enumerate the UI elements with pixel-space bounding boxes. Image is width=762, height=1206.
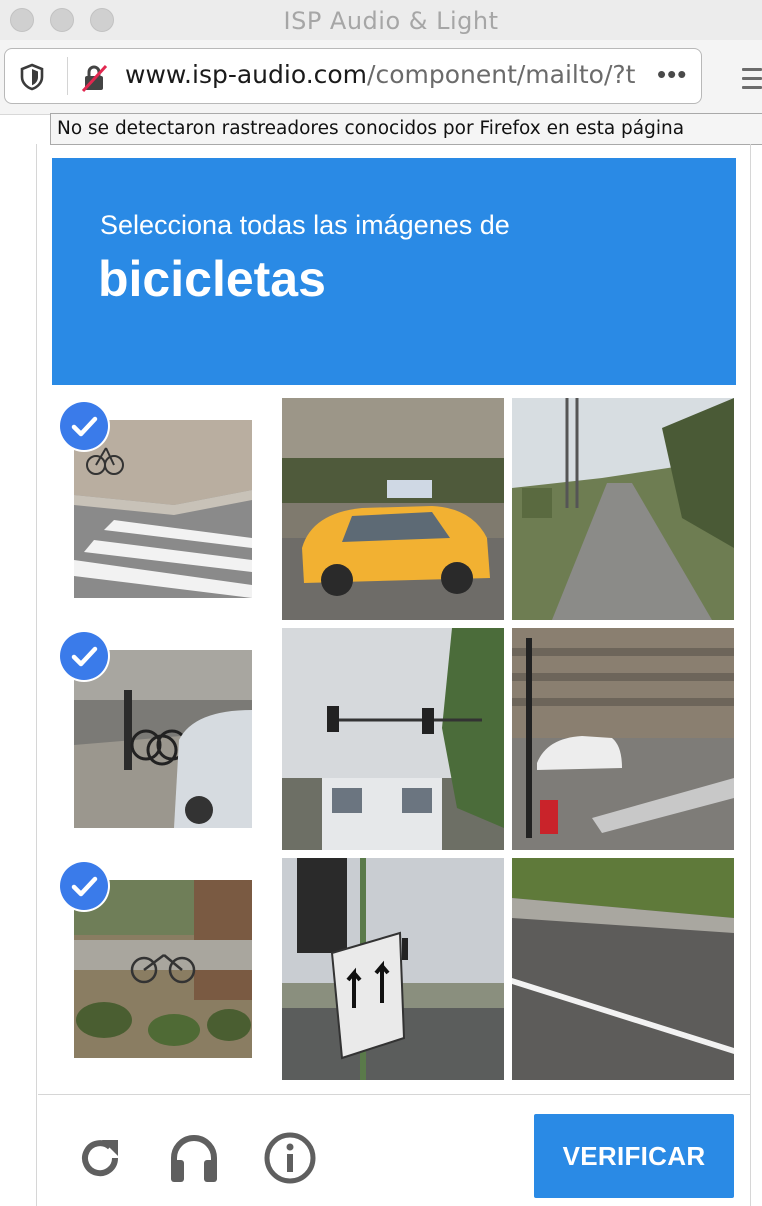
- url-text[interactable]: www.isp-audio.com/component/mailto/?t: [125, 60, 655, 89]
- page-actions-more-icon[interactable]: •••: [657, 59, 687, 90]
- tracking-protection-shield-icon[interactable]: [19, 63, 45, 91]
- url-divider: [67, 57, 68, 95]
- reload-icon[interactable]: [72, 1130, 128, 1186]
- page-border-left: [36, 144, 37, 1206]
- tracker-tooltip: No se detectaron rastreadores conocidos …: [50, 113, 762, 145]
- captcha-header: Selecciona todas las imágenes de bicicle…: [52, 158, 736, 385]
- url-bar[interactable]: www.isp-audio.com/component/mailto/?t ••…: [4, 48, 702, 104]
- verify-button[interactable]: VERIFICAR: [534, 1114, 734, 1198]
- page-border-right: [750, 144, 751, 1206]
- tile-1-selected-check-icon: [60, 402, 108, 450]
- window-titlebar: ISP Audio & Light: [0, 0, 762, 41]
- url-host: www.isp-audio.com: [125, 60, 368, 89]
- captcha-footer-divider: [38, 1094, 750, 1095]
- menu-hamburger-icon[interactable]: [742, 68, 762, 95]
- insecure-lock-icon[interactable]: [79, 63, 109, 93]
- captcha-tile-5[interactable]: [282, 628, 504, 850]
- captcha-tile-6[interactable]: [512, 628, 734, 850]
- tile-4-selected-check-icon: [60, 632, 108, 680]
- tile-7-selected-check-icon: [60, 862, 108, 910]
- captcha-tile-8[interactable]: [282, 858, 504, 1080]
- captcha-tile-9[interactable]: [512, 858, 734, 1080]
- captcha-target: bicicletas: [98, 251, 326, 307]
- info-icon[interactable]: [262, 1130, 318, 1186]
- headphones-icon[interactable]: [166, 1130, 222, 1186]
- url-path: /component/mailto/?t: [367, 60, 636, 89]
- window-title: ISP Audio & Light: [283, 7, 499, 35]
- captcha-tile-3[interactable]: [512, 398, 734, 620]
- captcha-tile-2[interactable]: [282, 398, 504, 620]
- navigation-toolbar: www.isp-audio.com/component/mailto/?t ••…: [0, 40, 762, 115]
- captcha-instruction: Selecciona todas las imágenes de: [100, 210, 510, 240]
